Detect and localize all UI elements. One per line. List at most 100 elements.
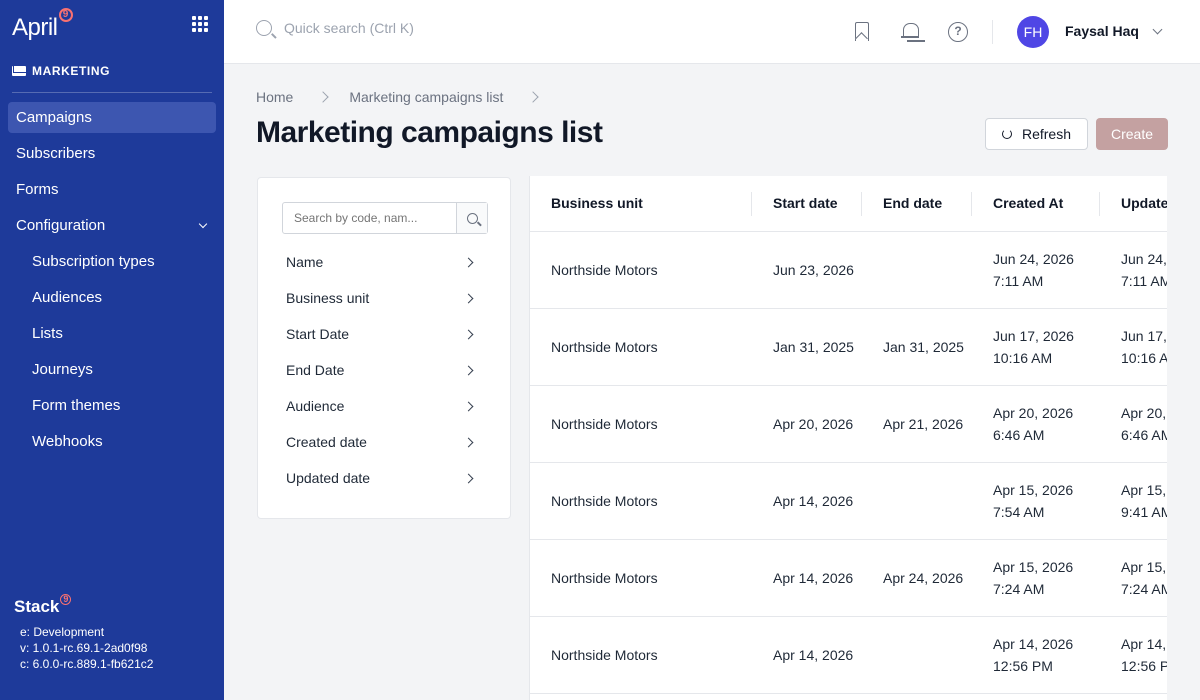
- breadcrumb-home[interactable]: Home: [256, 89, 293, 105]
- table-row[interactable]: Northside Motors Apr 14, 2026 Apr 14, 20…: [530, 616, 1167, 694]
- cell-updated-at: Apr 15, 2026 9:41 AM: [1100, 462, 1167, 540]
- refresh-icon: [1001, 129, 1012, 139]
- chevron-right-icon: [463, 257, 474, 267]
- sidebar-nav: Campaigns Subscribers Forms Configuratio…: [8, 102, 216, 462]
- cell-time: 6:46 AM: [1121, 426, 1167, 443]
- cell-time: 7:11 AM: [1121, 272, 1167, 289]
- cell-updated-at: Jun 24, 2026 7:11 AM: [1100, 231, 1167, 309]
- campaigns-table[interactable]: Business unit Start date End date Create…: [529, 176, 1167, 700]
- cell-date: Apr 20, 2026: [1121, 404, 1167, 421]
- column-header-created-at[interactable]: Created At: [972, 176, 1100, 232]
- filter-item-label: Created date: [286, 434, 367, 450]
- chevron-right-icon: [463, 437, 474, 447]
- table-row[interactable]: Northside Motors Jan 31, 2025 Jan 31, 20…: [530, 308, 1167, 386]
- sidebar-item-forms[interactable]: Forms: [8, 174, 216, 205]
- sidebar-item-subscribers[interactable]: Subscribers: [8, 138, 216, 169]
- version-info: e: Development v: 1.0.1-rc.69.1-2ad0f98 …: [20, 624, 153, 672]
- cell-date: Jun 17, 2026: [1121, 327, 1167, 344]
- sidebar-item-configuration[interactable]: Configuration: [8, 210, 216, 241]
- refresh-label: Refresh: [1021, 126, 1072, 142]
- sidebar-item-label: Webhooks: [32, 433, 103, 450]
- sidebar-item-label: Campaigns: [16, 109, 92, 126]
- help-icon[interactable]: ?: [946, 20, 970, 44]
- page-title: Marketing campaigns list: [256, 116, 603, 149]
- mail-icon: [12, 66, 26, 76]
- sidebar-item-label: Configuration: [16, 217, 106, 234]
- cell-start-date: Apr 20, 2026: [752, 385, 862, 463]
- data-table: Business unit Start date End date Create…: [530, 176, 1167, 694]
- create-button[interactable]: Create: [1096, 118, 1168, 150]
- app-logo[interactable]: April 9: [12, 8, 73, 44]
- table-row[interactable]: Northside Motors Apr 20, 2026 Apr 21, 20…: [530, 385, 1167, 463]
- cell-business-unit: Northside Motors: [530, 539, 752, 617]
- sidebar-item-form-themes[interactable]: Form themes: [8, 390, 216, 421]
- filter-item-start-date[interactable]: Start Date: [286, 316, 476, 352]
- filter-item-label: Business unit: [286, 290, 370, 306]
- cell-time: 7:54 AM: [993, 503, 1045, 520]
- cell-created-at: Jun 24, 2026 7:11 AM: [972, 231, 1100, 309]
- cell-time: 12:56 PM: [1121, 657, 1167, 674]
- sidebar-item-campaigns[interactable]: Campaigns: [8, 102, 216, 133]
- table-row[interactable]: Northside Motors Jun 23, 2026 Jun 24, 20…: [530, 231, 1167, 309]
- stack-name: Stack: [14, 597, 60, 616]
- filter-item-business-unit[interactable]: Business unit: [286, 280, 476, 316]
- sidebar-item-label: Lists: [32, 325, 63, 342]
- filter-item-audience[interactable]: Audience: [286, 388, 476, 424]
- breadcrumb-current[interactable]: Marketing campaigns list: [349, 89, 503, 105]
- cell-business-unit: Northside Motors: [530, 308, 752, 386]
- quick-search[interactable]: Quick search (Ctrl K): [256, 20, 414, 36]
- cell-business-unit: Northside Motors: [530, 231, 752, 309]
- brand-badge: 9: [58, 8, 73, 22]
- cell-time: 7:11 AM: [993, 272, 1044, 289]
- sidebar-item-webhooks[interactable]: Webhooks: [8, 426, 216, 457]
- filter-item-created-date[interactable]: Created date: [286, 424, 476, 460]
- table-row[interactable]: Northside Motors Apr 14, 2026 Apr 15, 20…: [530, 462, 1167, 540]
- cell-created-at: Apr 15, 2026 7:54 AM: [972, 462, 1100, 540]
- filter-panel: Name Business unit Start Date End Date A…: [257, 177, 511, 519]
- topbar-divider: [992, 20, 993, 44]
- cell-end-date: Apr 21, 2026: [862, 385, 972, 463]
- filter-search-input[interactable]: [283, 203, 457, 233]
- stack-badge: 9: [60, 594, 72, 605]
- table-row[interactable]: Northside Motors Apr 14, 2026 Apr 24, 20…: [530, 539, 1167, 617]
- column-header-start-date[interactable]: Start date: [752, 176, 862, 232]
- version-text: v: 1.0.1-rc.69.1-2ad0f98: [20, 641, 148, 655]
- chevron-down-icon[interactable]: [1152, 24, 1163, 35]
- env-text: e: Development: [20, 625, 105, 639]
- cell-start-date: Apr 14, 2026: [752, 539, 862, 617]
- cell-created-at: Apr 14, 2026 12:56 PM: [972, 616, 1100, 694]
- cell-updated-at: Apr 14, 2026 12:56 PM: [1100, 616, 1167, 694]
- column-header-end-date[interactable]: End date: [862, 176, 972, 232]
- chevron-right-icon: [463, 365, 474, 375]
- sidebar-item-audiences[interactable]: Audiences: [8, 282, 216, 313]
- cell-time: 12:56 PM: [993, 657, 1053, 674]
- filter-search-button[interactable]: [456, 203, 487, 233]
- cell-end-date: [862, 462, 972, 540]
- bookmark-icon[interactable]: [850, 20, 874, 44]
- cell-business-unit: Northside Motors: [530, 462, 752, 540]
- cell-time: 10:16 AM: [1121, 349, 1167, 366]
- filter-item-name[interactable]: Name: [286, 244, 476, 280]
- filter-item-updated-date[interactable]: Updated date: [286, 460, 476, 496]
- sidebar-item-journeys[interactable]: Journeys: [8, 354, 216, 385]
- cell-date: Apr 15, 2026: [1121, 558, 1167, 575]
- sidebar: April 9 MARKETING Campaigns Subscribers …: [0, 0, 224, 700]
- cell-date: Jun 17, 2026: [993, 327, 1074, 344]
- apps-grid-icon[interactable]: [192, 16, 208, 32]
- cell-start-date: Apr 14, 2026: [752, 462, 862, 540]
- bell-icon[interactable]: [898, 20, 922, 44]
- column-header-business-unit[interactable]: Business unit: [530, 176, 752, 232]
- sidebar-item-subscription-types[interactable]: Subscription types: [8, 246, 216, 277]
- column-header-updated[interactable]: Updated: [1100, 176, 1167, 232]
- brand-name: April: [12, 14, 58, 41]
- filter-search: [282, 202, 488, 234]
- core-version-text: c: 6.0.0-rc.889.1-fb621c2: [20, 657, 154, 671]
- sidebar-item-lists[interactable]: Lists: [8, 318, 216, 349]
- cell-updated-at: Jun 17, 2026 10:16 AM: [1100, 308, 1167, 386]
- avatar[interactable]: FH: [1017, 16, 1049, 48]
- chevron-right-icon: [527, 91, 540, 103]
- filter-item-end-date[interactable]: End Date: [286, 352, 476, 388]
- user-name[interactable]: Faysal Haq: [1065, 23, 1139, 39]
- filter-item-label: Audience: [286, 398, 345, 414]
- refresh-button[interactable]: Refresh: [985, 118, 1088, 150]
